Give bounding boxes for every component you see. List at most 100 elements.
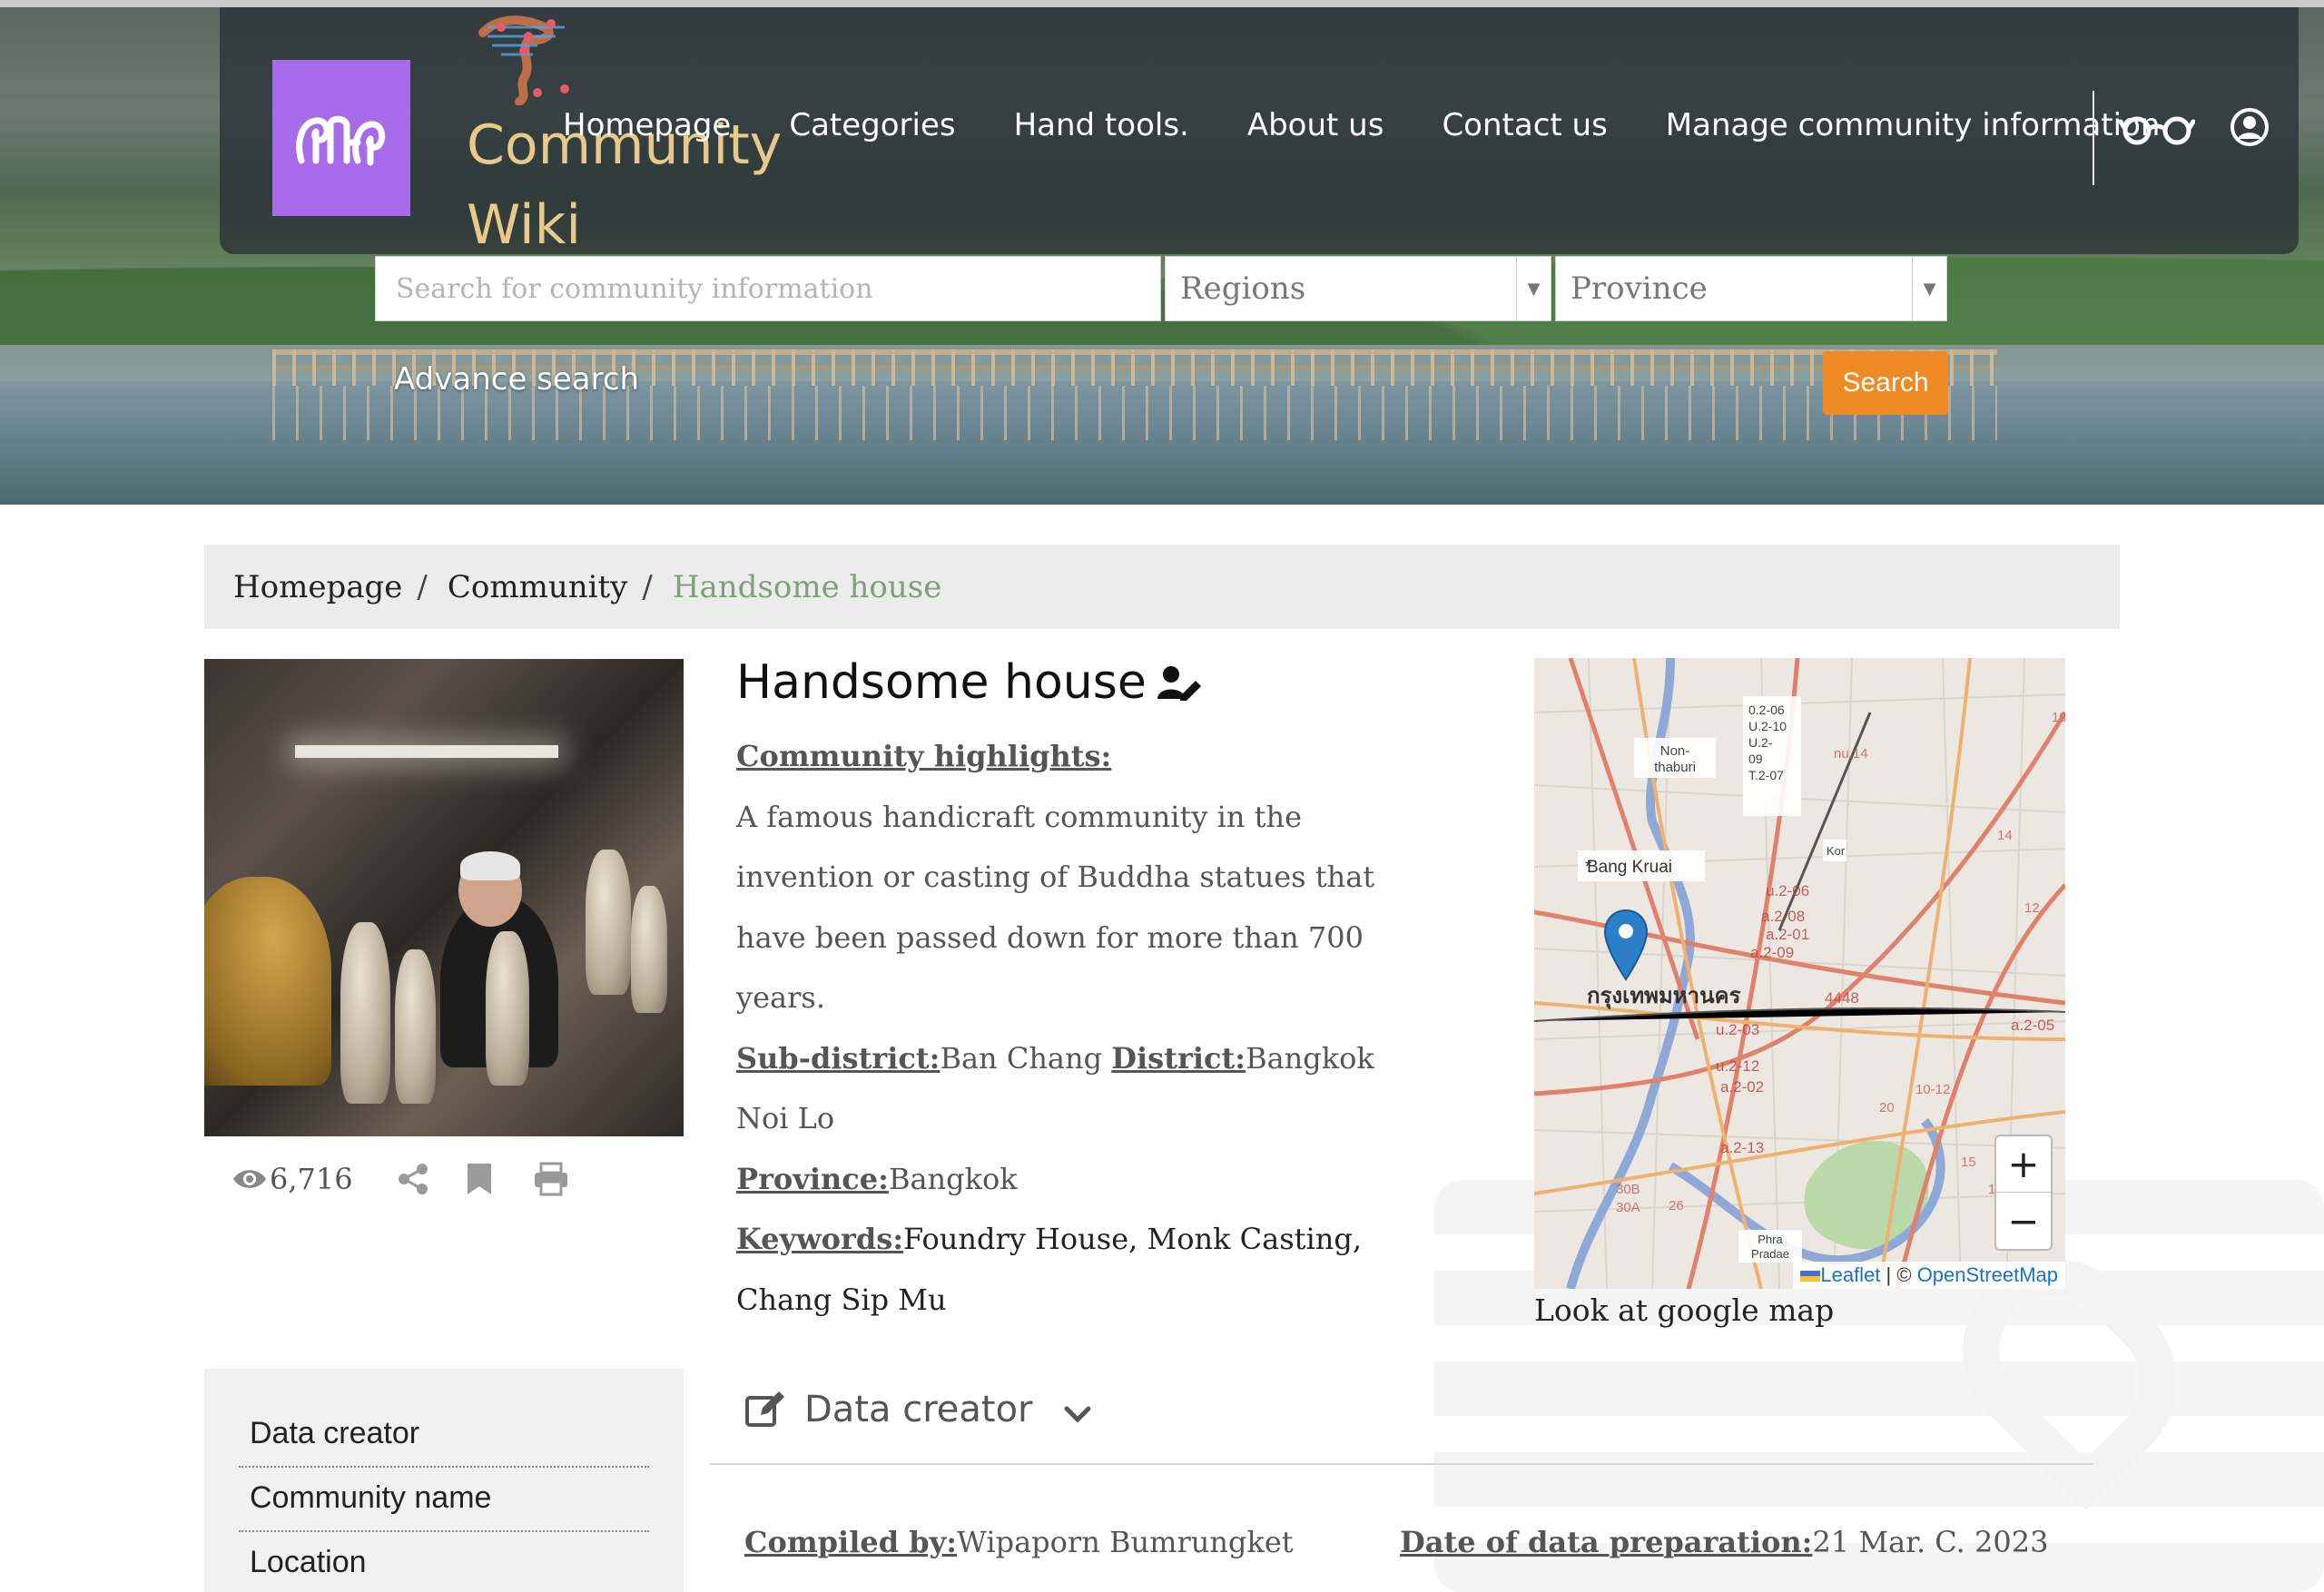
map-attribution: Leaflet | © OpenStreetMap bbox=[1793, 1262, 2065, 1289]
breadcrumb: Homepage / Community / Handsome house bbox=[204, 545, 2120, 629]
province-label: Province: bbox=[736, 1161, 889, 1196]
zoom-out-button[interactable]: − bbox=[1996, 1193, 2051, 1249]
svg-text:a.2-02: a.2-02 bbox=[1720, 1078, 1764, 1096]
sidebar-item-data-creator[interactable]: Data creator bbox=[239, 1403, 649, 1468]
regions-select-value: Regions bbox=[1180, 270, 1306, 307]
data-creator-toggle[interactable]: Data creator bbox=[744, 1389, 1091, 1430]
svg-text:u.2-06: u.2-06 bbox=[1766, 882, 1809, 899]
breadcrumb-community[interactable]: Community bbox=[448, 569, 628, 605]
regions-select[interactable]: Regions ▼ bbox=[1165, 256, 1551, 321]
page-title: Handsome house bbox=[736, 655, 1203, 710]
search-bar: Regions ▼ Province ▼ bbox=[375, 256, 1947, 321]
photo-artisan-hair bbox=[460, 851, 520, 880]
svg-text:thaburi: thaburi bbox=[1654, 760, 1696, 775]
svg-text:4448: 4448 bbox=[1825, 989, 1859, 1007]
compiled-by-label: Compiled by: bbox=[744, 1525, 958, 1559]
eye-icon bbox=[233, 1170, 266, 1188]
logo-icon bbox=[296, 115, 386, 166]
province-select[interactable]: Province ▼ bbox=[1555, 256, 1947, 321]
zoom-in-button[interactable]: + bbox=[1996, 1136, 2051, 1193]
accessibility-glasses-icon[interactable] bbox=[2119, 111, 2195, 147]
nav-homepage[interactable]: Homepage bbox=[563, 107, 731, 143]
svg-text:Phra: Phra bbox=[1758, 1233, 1783, 1246]
breadcrumb-current: Handsome house bbox=[672, 568, 942, 605]
svg-text:a.2-05: a.2-05 bbox=[2011, 1017, 2054, 1034]
breadcrumb-separator: / bbox=[642, 568, 653, 605]
nav-about-us[interactable]: About us bbox=[1247, 107, 1384, 143]
photo-statue bbox=[586, 850, 631, 995]
svg-text:Kor: Kor bbox=[1827, 844, 1846, 858]
nav-categories[interactable]: Categories bbox=[789, 107, 955, 143]
bookmark-icon[interactable] bbox=[466, 1162, 493, 1196]
openstreetmap-link[interactable]: OpenStreetMap bbox=[1917, 1263, 2058, 1286]
community-photo[interactable] bbox=[204, 659, 684, 1136]
thailand-map-decoration-icon bbox=[478, 15, 569, 105]
advance-search-link[interactable]: Advance search bbox=[394, 361, 639, 398]
svg-text:30A: 30A bbox=[1616, 1200, 1640, 1215]
nav-divider bbox=[2093, 91, 2094, 185]
print-icon[interactable] bbox=[533, 1162, 569, 1196]
highlights-label: Community highlights: bbox=[736, 739, 1112, 773]
map-label-bang-kruai: Bang Kruai bbox=[1587, 858, 1672, 877]
site-logo[interactable] bbox=[272, 60, 410, 216]
svg-text:a.2-01: a.2-01 bbox=[1766, 926, 1809, 943]
location-map[interactable]: Non- thaburi 0.2-06 U.2-10 U.2- 09 T.2-07 Ba… bbox=[1534, 658, 2065, 1289]
svg-text:0.2-06: 0.2-06 bbox=[1748, 703, 1785, 717]
chevron-down-icon bbox=[1064, 1406, 1091, 1423]
subdistrict-value: Ban Chang bbox=[940, 1040, 1103, 1076]
chevron-down-icon: ▼ bbox=[1912, 257, 1946, 320]
view-count: 6,716 bbox=[270, 1162, 353, 1196]
svg-text:15: 15 bbox=[1961, 1155, 1976, 1170]
photo-statue bbox=[340, 922, 390, 1104]
date-prepared-row: Date of data preparation:21 Mar. C. 2023 bbox=[1400, 1525, 2048, 1559]
section-divider bbox=[710, 1463, 2093, 1465]
sidebar-item-location[interactable]: Location bbox=[239, 1532, 649, 1592]
svg-text:12: 12 bbox=[2024, 900, 2040, 916]
svg-text:19: 19 bbox=[2052, 710, 2065, 725]
compiled-by-value: Wipaporn Bumrungket bbox=[957, 1525, 1294, 1559]
province-select-value: Province bbox=[1571, 270, 1708, 307]
navbar: Community Wiki Homepage Categories Hand … bbox=[220, 7, 2299, 257]
subdistrict-label: Sub-district: bbox=[736, 1040, 940, 1076]
compiled-by-row: Compiled by:Wipaporn Bumrungket bbox=[744, 1525, 1294, 1559]
community-details: Community highlights: A famous handicraf… bbox=[736, 726, 1408, 1330]
hero-banner: Community Wiki Homepage Categories Hand … bbox=[0, 0, 2324, 505]
map-marker-icon[interactable] bbox=[1603, 909, 1649, 981]
nav-hand-tools[interactable]: Hand tools. bbox=[1014, 107, 1189, 143]
leaflet-link[interactable]: Leaflet bbox=[1820, 1263, 1880, 1286]
svg-text:09: 09 bbox=[1748, 752, 1763, 766]
nav-contact-us[interactable]: Contact us bbox=[1442, 107, 1607, 143]
breadcrumb-homepage[interactable]: Homepage bbox=[233, 569, 402, 605]
province-value: Bangkok bbox=[888, 1161, 1018, 1196]
sidebar-item-community-name[interactable]: Community name bbox=[239, 1468, 649, 1532]
svg-text:u.2-03: u.2-03 bbox=[1716, 1021, 1759, 1038]
photo-light bbox=[295, 745, 558, 758]
edit-icon bbox=[745, 1391, 784, 1427]
date-prepared-value: 21 Mar. C. 2023 bbox=[1812, 1525, 2049, 1559]
svg-text:30B: 30B bbox=[1616, 1182, 1640, 1197]
nav-manage-community-information[interactable]: Manage community information bbox=[1666, 107, 2161, 143]
svg-text:14: 14 bbox=[1997, 828, 2013, 843]
photo-statue-in-work bbox=[486, 931, 529, 1086]
svg-text:26: 26 bbox=[1669, 1198, 1684, 1214]
google-map-link[interactable]: Look at google map bbox=[1534, 1292, 1834, 1328]
community-title: Handsome house bbox=[736, 655, 1147, 710]
map-label-bangkok: กรุงเทพมหานคร bbox=[1587, 983, 1741, 1010]
svg-text:U.2-: U.2- bbox=[1748, 735, 1773, 750]
map-label-nonthaburi: Non- bbox=[1660, 743, 1690, 759]
search-input[interactable] bbox=[375, 256, 1161, 321]
chevron-down-icon: ▼ bbox=[1516, 257, 1551, 320]
map-zoom-controls: + − bbox=[1994, 1135, 2053, 1251]
date-prepared-label: Date of data preparation: bbox=[1400, 1525, 1813, 1559]
search-button[interactable]: Search bbox=[1823, 351, 1948, 415]
section-sidebar: Data creator Community name Location bbox=[204, 1369, 684, 1592]
keywords-label: Keywords: bbox=[736, 1222, 904, 1256]
breadcrumb-separator: / bbox=[417, 568, 428, 605]
user-edit-icon[interactable] bbox=[1156, 664, 1203, 701]
svg-text:*: * bbox=[1585, 858, 1592, 877]
svg-text:T.2-07: T.2-07 bbox=[1748, 768, 1784, 782]
user-account-icon[interactable] bbox=[2230, 107, 2270, 147]
svg-text:nu.14: nu.14 bbox=[1834, 746, 1868, 762]
share-icon[interactable] bbox=[397, 1163, 429, 1195]
ukraine-flag-icon bbox=[1800, 1271, 1821, 1282]
